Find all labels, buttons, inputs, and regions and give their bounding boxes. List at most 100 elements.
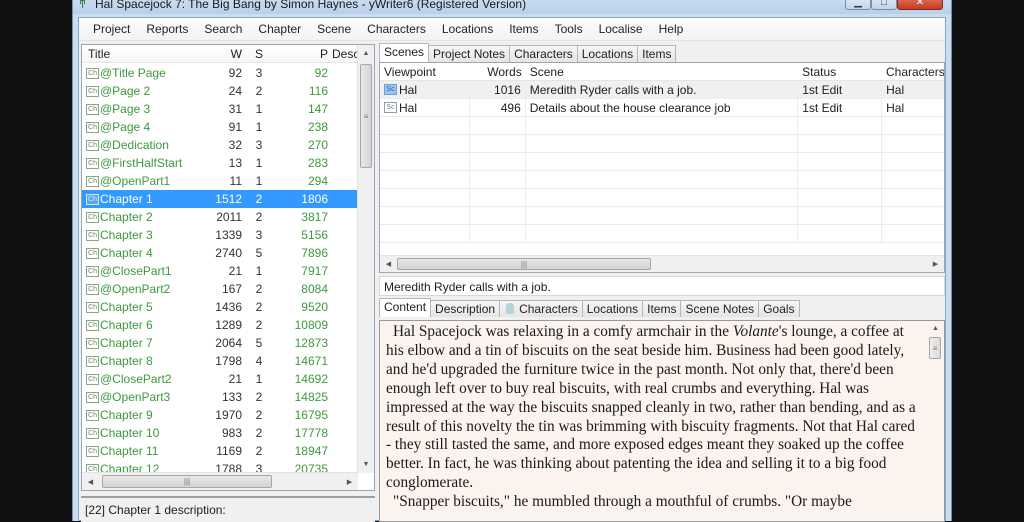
chapter-row[interactable]: Ch @Title Page 92 3 92 xyxy=(82,64,358,82)
editor-vertical-scrollbar[interactable]: ▲ ≡ xyxy=(927,321,944,521)
scene-grid-horizontal-scrollbar[interactable]: ◀ ||| ▶ xyxy=(380,255,944,272)
menu-project[interactable]: Project xyxy=(85,22,138,36)
menu-help[interactable]: Help xyxy=(651,22,692,36)
scroll-thumb[interactable]: ||| xyxy=(102,475,272,488)
scroll-up-arrow-icon[interactable]: ▲ xyxy=(927,321,944,335)
chapter-list-vertical-scrollbar[interactable]: ▲ ≡ ▼ xyxy=(357,45,374,473)
tab-locations[interactable]: Locations xyxy=(576,45,639,62)
tab-scenes[interactable]: Scenes xyxy=(379,43,430,62)
close-button[interactable]: ✕ xyxy=(897,0,943,10)
chapter-row[interactable]: Ch @ClosePart1 21 1 7917 xyxy=(82,262,358,280)
scene-title-field[interactable]: Meredith Ryder calls with a job. xyxy=(379,276,945,296)
chapter-title: Chapter 1 xyxy=(100,192,153,206)
chapter-description[interactable]: [22] Chapter 1 description: xyxy=(81,496,375,522)
content-tab-scene-notes[interactable]: Scene Notes xyxy=(680,300,760,317)
scroll-right-arrow-icon[interactable]: ▶ xyxy=(341,473,358,490)
chapter-row[interactable]: Ch Chapter 7 2064 5 12873 xyxy=(82,334,358,352)
menu-tools[interactable]: Tools xyxy=(547,22,591,36)
scroll-left-arrow-icon[interactable]: ◀ xyxy=(380,256,397,272)
tab-characters[interactable]: Characters xyxy=(509,45,578,62)
chapter-row[interactable]: Ch @ClosePart2 21 1 14692 xyxy=(82,370,358,388)
chapter-list-horizontal-scrollbar[interactable]: ◀ ||| ▶ xyxy=(82,472,358,490)
scene-words: 1016 xyxy=(470,81,526,98)
chapter-row[interactable]: Ch @OpenPart2 167 2 8084 xyxy=(82,280,358,298)
menu-chapter[interactable]: Chapter xyxy=(250,22,309,36)
chapter-row[interactable]: Ch @Dedication 32 3 270 xyxy=(82,136,358,154)
scene-content-editor[interactable]: Hal Spacejock was relaxing in a comfy ar… xyxy=(379,320,945,522)
column-header-viewpoint[interactable]: Viewpoint xyxy=(380,63,470,80)
chapter-row[interactable]: Ch @FirstHalfStart 13 1 283 xyxy=(82,154,358,172)
tab-label: Items xyxy=(642,47,672,61)
title-bar[interactable]: ͳ Hal Spacejock 7: The Big Bang by Simon… xyxy=(73,0,951,14)
editor-text[interactable]: Hal Spacejock was relaxing in a comfy ar… xyxy=(386,323,918,512)
content-tab-description[interactable]: Description xyxy=(430,300,501,317)
chapter-row[interactable]: Ch Chapter 10 983 2 17778 xyxy=(82,424,358,442)
column-header-description[interactable]: Desc xyxy=(328,47,358,61)
column-header-status[interactable]: Status xyxy=(798,63,882,80)
menu-locations[interactable]: Locations xyxy=(434,22,501,36)
menu-items[interactable]: Items xyxy=(501,22,546,36)
chapter-scene-count: 5 xyxy=(255,336,263,350)
chapter-row[interactable]: Ch @Page 2 24 2 116 xyxy=(82,82,358,100)
chapter-row[interactable]: Ch Chapter 8 1798 4 14671 xyxy=(82,352,358,370)
content-tab-characters[interactable]: Characters xyxy=(499,300,583,317)
chapter-row[interactable]: Ch @OpenPart3 133 2 14825 xyxy=(82,388,358,406)
chapter-row[interactable]: Ch Chapter 1 1512 2 1806 xyxy=(82,190,358,208)
tab-items[interactable]: Items xyxy=(637,45,677,62)
column-header-scenes[interactable]: S xyxy=(242,47,270,61)
column-header-title[interactable]: Title xyxy=(82,47,210,61)
chapter-pane: Title W S P Desc Ch @Title Page 92 3 92 Ch @Pa… xyxy=(81,44,375,522)
tab-label: Locations xyxy=(581,47,634,61)
menu-characters[interactable]: Characters xyxy=(359,22,434,36)
menu-localise[interactable]: Localise xyxy=(591,22,651,36)
chapter-title: Chapter 4 xyxy=(100,246,153,260)
content-tab-content[interactable]: Content xyxy=(379,298,432,317)
chapter-icon: Ch xyxy=(86,103,99,115)
menu-scene[interactable]: Scene xyxy=(309,22,359,36)
chapter-row[interactable]: Ch @Page 4 91 1 238 xyxy=(82,118,358,136)
chapter-row[interactable]: Ch Chapter 5 1436 2 9520 xyxy=(82,298,358,316)
content-tab-locations[interactable]: Locations xyxy=(581,300,644,317)
chapter-words: 1289 xyxy=(215,318,242,332)
chapter-row[interactable]: Ch Chapter 3 1339 3 5156 xyxy=(82,226,358,244)
menu-search[interactable]: Search xyxy=(196,22,250,36)
chapter-title: Chapter 2 xyxy=(100,210,153,224)
menu-reports[interactable]: Reports xyxy=(138,22,196,36)
chapter-scene-count: 5 xyxy=(255,246,263,260)
tab-project-notes[interactable]: Project Notes xyxy=(428,45,511,62)
column-header-characters[interactable]: Characters xyxy=(882,63,944,80)
chapter-position: 147 xyxy=(307,102,328,116)
chapter-row[interactable]: Ch @OpenPart1 11 1 294 xyxy=(82,172,358,190)
minimize-button[interactable]: ▁ xyxy=(845,0,871,10)
scroll-down-arrow-icon[interactable]: ▼ xyxy=(358,456,374,473)
content-tab-items[interactable]: Items xyxy=(642,300,682,317)
chapter-row[interactable]: Ch Chapter 9 1970 2 16795 xyxy=(82,406,358,424)
scene-row[interactable]: Sc Hal 496 Details about the house clearanc… xyxy=(380,99,944,117)
chapter-row[interactable]: Ch Chapter 11 1169 2 18947 xyxy=(82,442,358,460)
scroll-thumb[interactable]: ||| xyxy=(397,258,651,270)
scene-viewpoint: Hal xyxy=(399,100,418,115)
chapter-title-cell: Ch @ClosePart2 xyxy=(82,372,210,386)
chapter-title-cell: Ch @Title Page xyxy=(82,66,210,80)
chapter-row[interactable]: Ch Chapter 4 2740 5 7896 xyxy=(82,244,358,262)
content-tab-goals[interactable]: Goals xyxy=(758,300,800,317)
scroll-up-arrow-icon[interactable]: ▲ xyxy=(358,45,374,62)
maximize-button[interactable]: □ xyxy=(871,0,897,10)
chapter-title: Chapter 6 xyxy=(100,318,153,332)
chapter-row[interactable]: Ch Chapter 6 1289 2 10809 xyxy=(82,316,358,334)
chapter-row[interactable]: Ch Chapter 2 2011 2 3817 xyxy=(82,208,358,226)
chapter-row[interactable]: Ch @Page 3 31 1 147 xyxy=(82,100,358,118)
scene-viewpoint-cell: Sc Hal xyxy=(380,81,470,98)
column-header-words[interactable]: W xyxy=(210,47,242,61)
column-header-scene[interactable]: Scene xyxy=(526,63,798,80)
scroll-thumb[interactable]: ≡ xyxy=(360,64,372,168)
column-header-position[interactable]: P xyxy=(270,47,328,61)
chapter-words: 1436 xyxy=(215,300,242,314)
scene-row[interactable]: Sc Hal 1016 Meredith Ryder calls with a job… xyxy=(380,81,944,99)
scroll-right-arrow-icon[interactable]: ▶ xyxy=(927,256,944,272)
chapter-position: 17778 xyxy=(294,426,328,440)
scroll-left-arrow-icon[interactable]: ◀ xyxy=(82,473,99,490)
column-header-words[interactable]: Words xyxy=(470,63,526,80)
scroll-thumb[interactable]: ≡ xyxy=(929,337,941,359)
chapter-words: 2740 xyxy=(215,246,242,260)
